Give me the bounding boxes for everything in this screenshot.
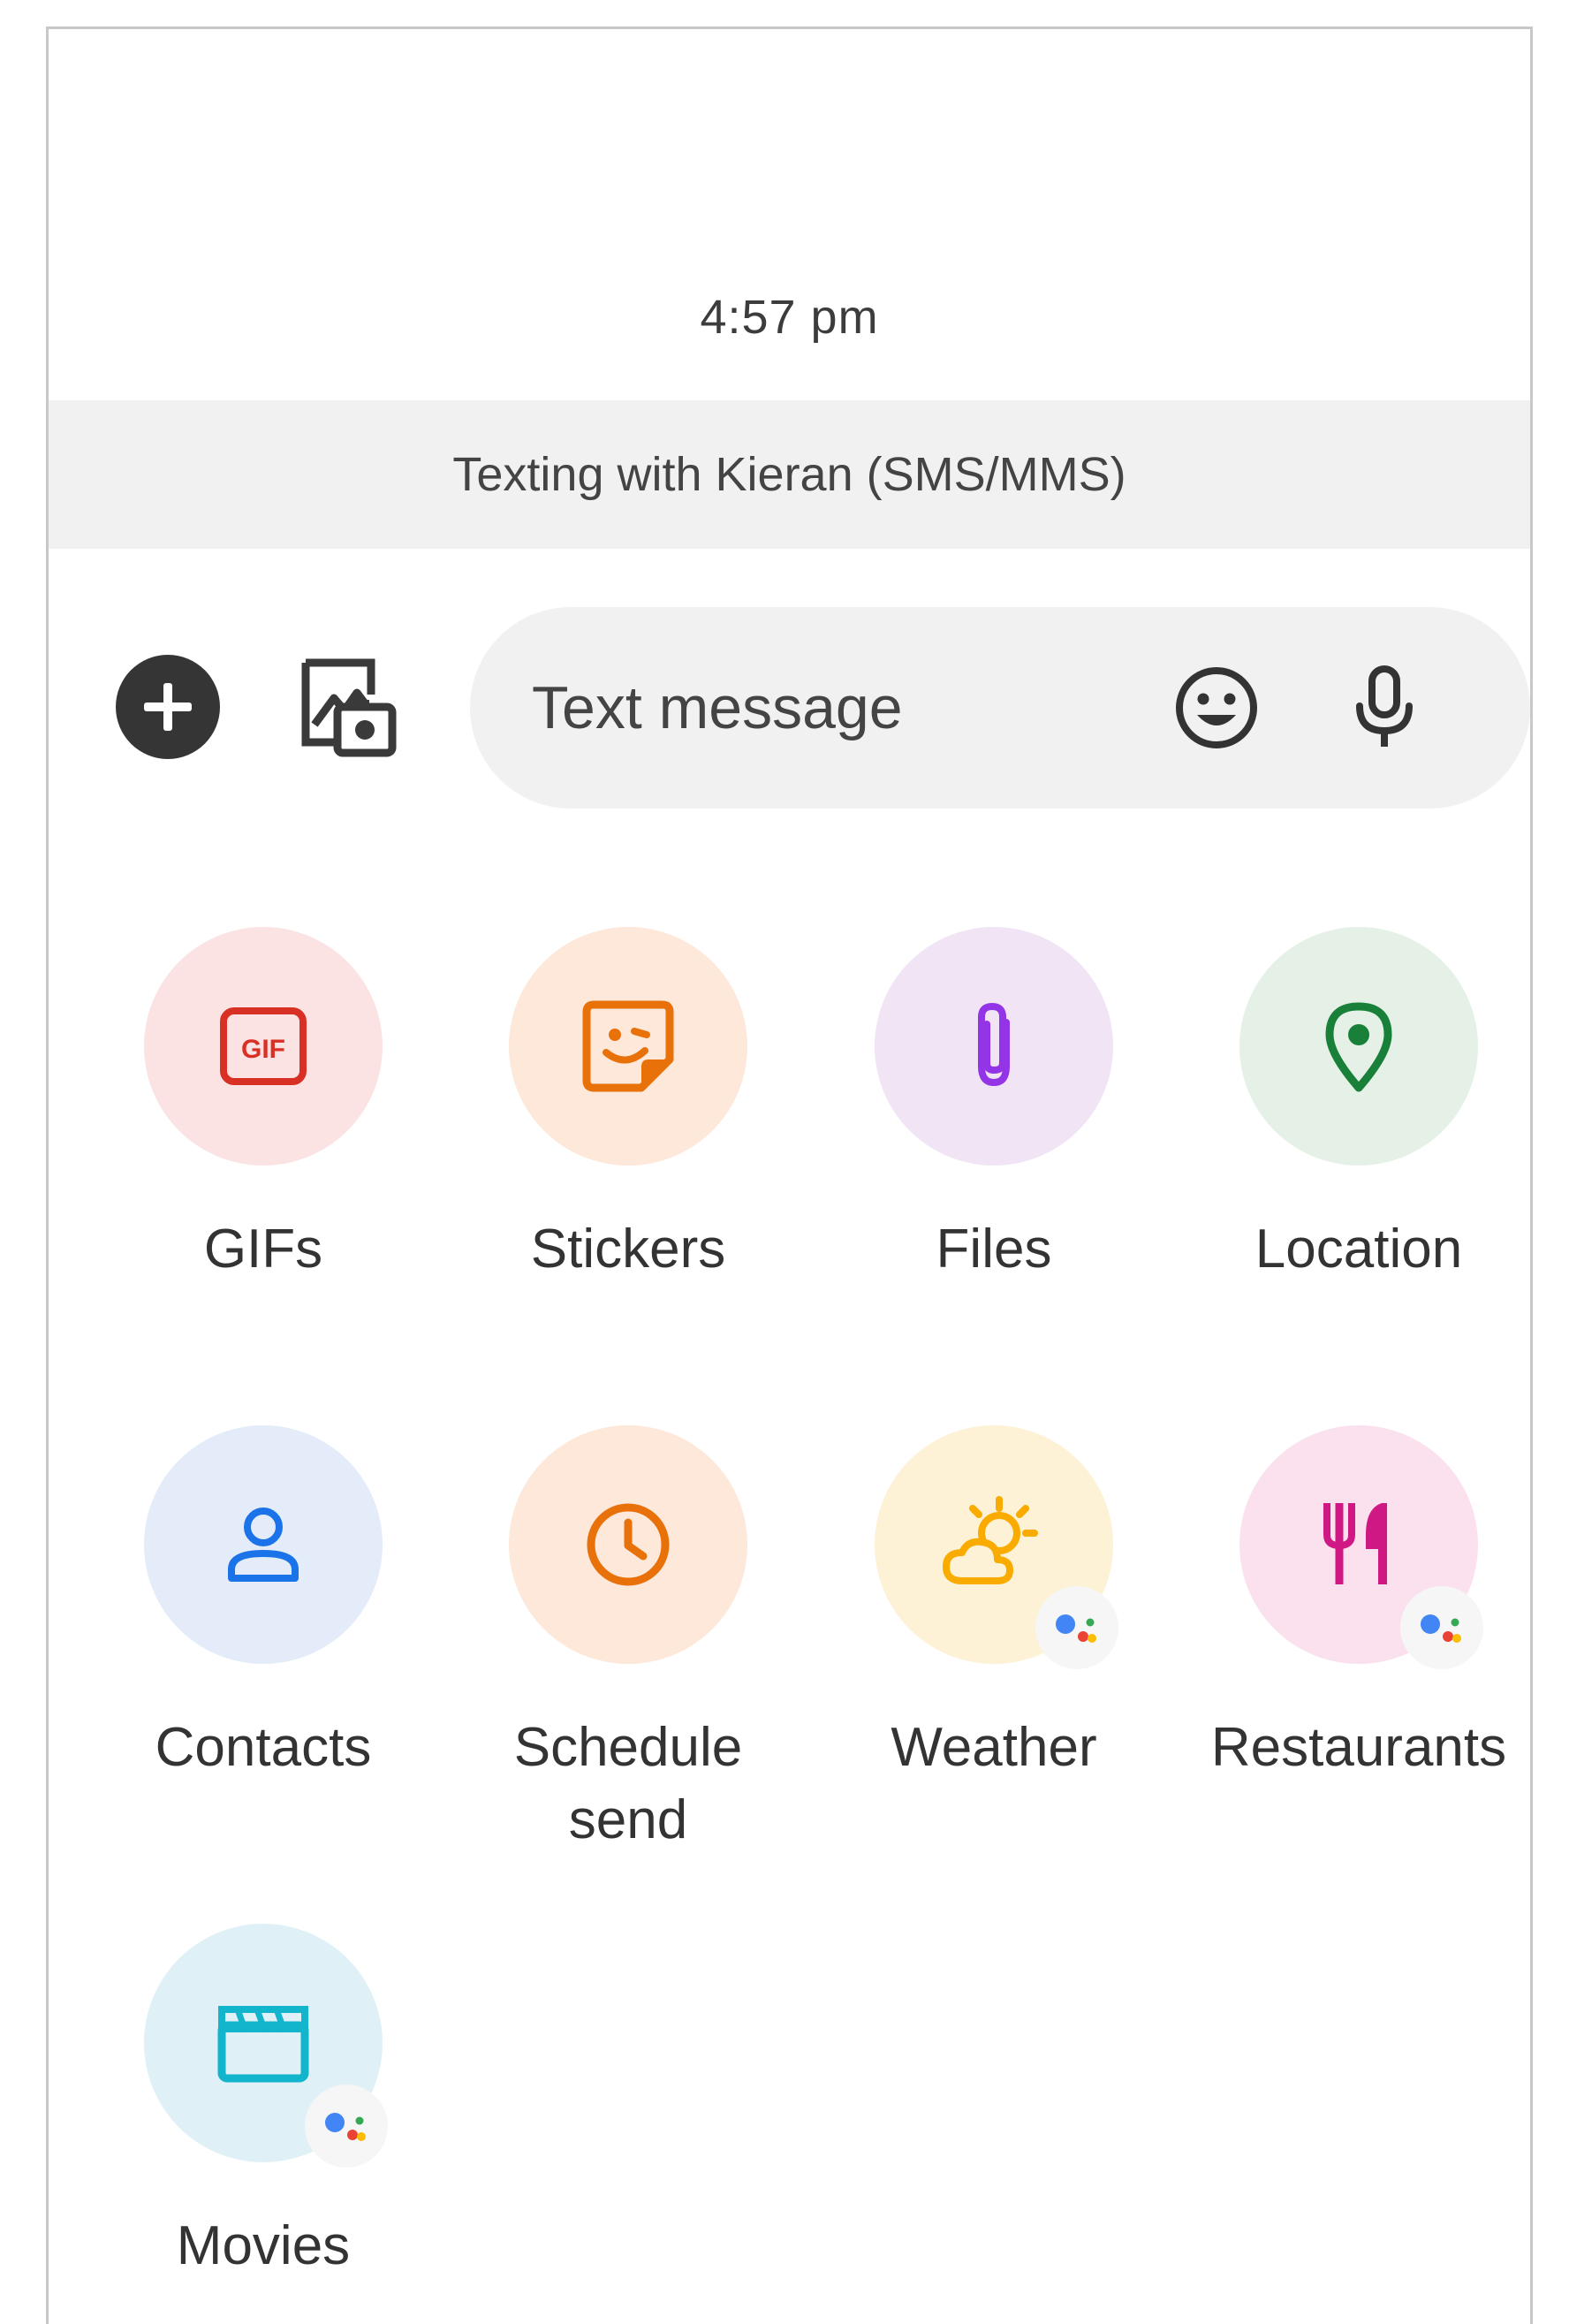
stickers-tile[interactable]: Stickers <box>451 927 805 1286</box>
assistant-icon <box>325 2113 366 2141</box>
location-label: Location <box>1254 1219 1463 1280</box>
location-tile[interactable]: Location <box>1182 927 1530 1286</box>
files-tile-circle <box>875 927 1113 1166</box>
plus-icon <box>144 683 192 731</box>
plus-button[interactable] <box>116 655 220 759</box>
schedule-send-tile-circle <box>509 1425 747 1664</box>
assistant-icon <box>1421 1614 1461 1643</box>
gallery-button[interactable] <box>289 649 404 764</box>
restaurants-tile-circle <box>1239 1425 1483 1669</box>
movies-label: Movies <box>176 2215 351 2276</box>
restaurants-tile[interactable]: Restaurants <box>1182 1425 1530 1784</box>
clapperboard-icon <box>217 2006 309 2083</box>
gifs-label: GIFs <box>203 1219 323 1280</box>
svg-text:GIF: GIF <box>241 1035 285 1064</box>
gif-icon: GIF <box>220 1007 307 1085</box>
location-pin-icon <box>1325 1002 1392 1092</box>
location-tile-circle <box>1239 927 1478 1166</box>
schedule-send-label: Schedule send <box>451 1712 805 1857</box>
sticker-icon <box>582 1000 674 1092</box>
fork-knife-icon <box>1323 1503 1387 1584</box>
assistant-badge <box>305 2085 388 2168</box>
text-message-placeholder: Text message <box>532 674 903 741</box>
stickers-tile-circle <box>509 927 747 1166</box>
contacts-tile-circle <box>144 1425 383 1664</box>
message-timestamp: 4:57 pm <box>700 291 879 344</box>
movies-tile[interactable]: Movies <box>87 1924 440 2282</box>
emoji-button[interactable] <box>1172 664 1261 752</box>
person-icon <box>228 1508 299 1582</box>
clock-icon <box>587 1503 670 1586</box>
movies-tile-circle <box>144 1924 388 2168</box>
messages-screen: 4:57 pm Texting with Kieran (SMS/MMS) Te… <box>46 27 1533 2324</box>
conversation-info-text: Texting with Kieran (SMS/MMS) <box>452 448 1126 501</box>
schedule-send-tile[interactable]: Schedule send <box>451 1425 805 1857</box>
gifs-tile[interactable]: GIF GIFs <box>87 927 440 1286</box>
schedule-send-label-line2: send <box>568 1789 688 1850</box>
gallery-camera-icon <box>301 658 397 757</box>
restaurants-label: Restaurants <box>1210 1717 1507 1778</box>
assistant-badge <box>1035 1586 1118 1669</box>
assistant-badge <box>1400 1586 1483 1669</box>
conversation-info-banner: Texting with Kieran (SMS/MMS) <box>49 400 1530 549</box>
paperclip-icon <box>978 1002 1010 1087</box>
files-tile[interactable]: Files <box>817 927 1171 1286</box>
microphone-button[interactable] <box>1345 664 1424 752</box>
weather-label: Weather <box>891 1717 1097 1778</box>
contacts-label: Contacts <box>155 1717 372 1778</box>
weather-tile[interactable]: Weather <box>817 1425 1171 1784</box>
mic-icon <box>1356 665 1413 747</box>
weather-tile-circle <box>875 1425 1118 1669</box>
text-message-input[interactable]: Text message <box>470 607 1530 809</box>
files-label: Files <box>936 1219 1052 1280</box>
contacts-tile[interactable]: Contacts <box>87 1425 440 1784</box>
stickers-label: Stickers <box>530 1219 726 1280</box>
weather-icon <box>943 1496 1038 1584</box>
assistant-icon <box>1056 1614 1096 1643</box>
compose-bar: Text message <box>49 604 1530 809</box>
schedule-send-label-line1: Schedule <box>513 1717 743 1778</box>
emoji-icon <box>1176 667 1257 748</box>
gifs-tile-circle: GIF <box>144 927 383 1166</box>
